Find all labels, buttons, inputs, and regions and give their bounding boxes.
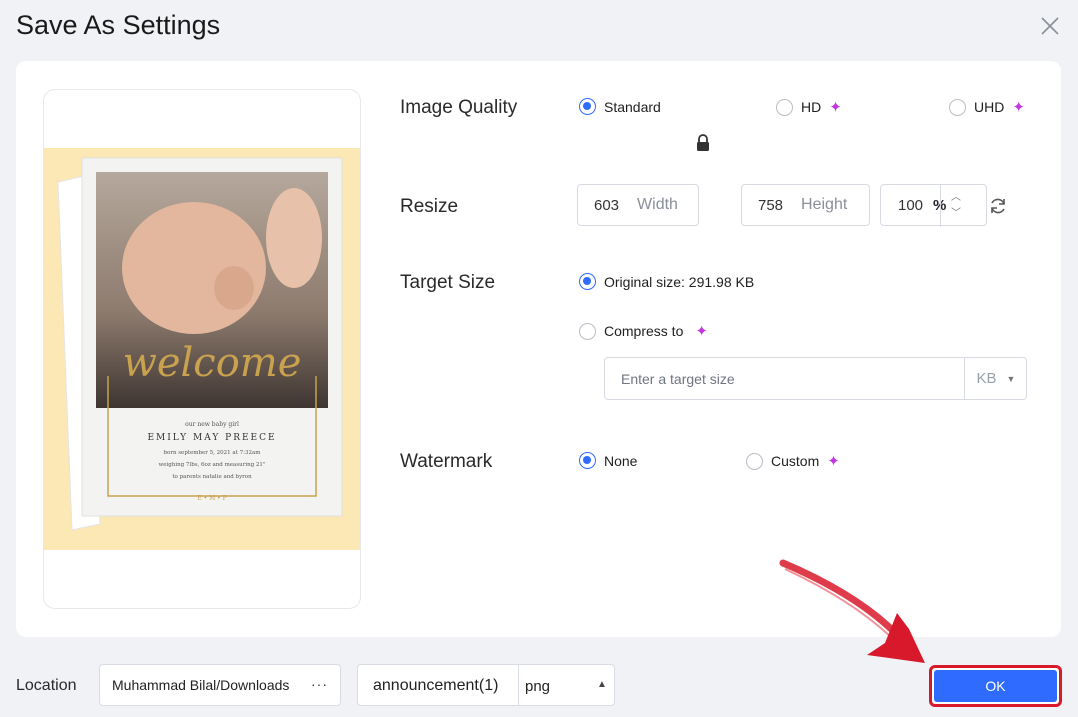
location-label: Location [16, 677, 77, 694]
premium-sparkle-icon: ✦ [1012, 99, 1025, 116]
caret-down-icon: ▼ [1006, 373, 1016, 384]
premium-sparkle-icon: ✦ [829, 99, 842, 116]
lock-icon[interactable] [695, 134, 711, 157]
annotation-arrow-icon [779, 559, 925, 663]
card-line3: weighing 7lbs, 6oz and measuring 21" [159, 462, 266, 468]
quality-uhd-label: UHD [974, 99, 1005, 115]
height-value: 758 [758, 196, 784, 214]
quality-standard-label: Standard [604, 98, 661, 115]
radio-selected-icon [579, 98, 596, 115]
watermark-none-radio[interactable]: None [579, 452, 637, 469]
radio-icon [776, 98, 793, 116]
quality-standard-radio[interactable]: Standard [579, 98, 661, 115]
location-picker[interactable]: Muhammad Bilal/Downloads ··· [99, 664, 341, 706]
chevron-up-icon[interactable]: ︿ [951, 193, 961, 203]
premium-sparkle-icon: ✦ [827, 453, 840, 470]
dialog-title: Save As Settings [16, 10, 221, 40]
radio-icon [949, 98, 966, 116]
width-value: 603 [594, 196, 620, 214]
ok-button[interactable]: OK [929, 665, 1062, 707]
original-size-label: Original size: 291.98 KB [604, 273, 755, 290]
watermark-label: Watermark [400, 451, 493, 472]
card-initials: E • M • P [197, 495, 226, 502]
target-size-placeholder: Enter a target size [621, 371, 735, 387]
divider [518, 665, 519, 705]
image-quality-label: Image Quality [400, 97, 518, 118]
location-path: Muhammad Bilal/Downloads [112, 677, 290, 693]
image-preview: welcome our new baby girl EMILY MAY PREE… [43, 89, 361, 609]
unit-label: KB [976, 370, 997, 387]
width-placeholder: Width [637, 196, 678, 213]
unit-select[interactable]: KB ▼ [964, 358, 1027, 399]
radio-selected-icon [579, 452, 596, 469]
target-size-label: Target Size [400, 272, 496, 293]
quality-hd-label: HD [801, 99, 822, 115]
more-icon[interactable]: ··· [311, 676, 328, 692]
compress-to-radio[interactable]: Compress to ✦ [579, 322, 708, 340]
ok-button-label: OK [934, 670, 1057, 702]
settings-panel: welcome our new baby girl EMILY MAY PREE… [16, 61, 1061, 637]
target-size-input[interactable]: Enter a target size KB ▼ [604, 357, 1027, 400]
card-name: EMILY MAY PREECE [147, 433, 276, 443]
percent-stepper[interactable]: ︿ ﹀ [940, 185, 971, 227]
width-input[interactable]: 603 Width [577, 184, 699, 226]
card-line1: our new baby girl [185, 421, 239, 428]
watermark-none-label: None [604, 452, 638, 469]
card-line2: born september 5, 2021 at 7:32am [163, 450, 261, 456]
card-script: welcome [123, 340, 302, 386]
height-placeholder: Height [801, 196, 848, 213]
extension-select[interactable]: png [525, 678, 550, 695]
percent-value: 100 [898, 196, 924, 214]
radio-selected-icon [579, 273, 596, 290]
watermark-custom-radio[interactable]: Custom ✦ [746, 452, 840, 470]
height-input[interactable]: 758 Height [741, 184, 870, 226]
close-icon[interactable] [1038, 14, 1062, 38]
compress-to-label: Compress to [604, 323, 684, 339]
card-line4: to parents natalie and byron [172, 474, 252, 480]
radio-icon [746, 452, 763, 470]
caret-up-icon[interactable]: ▲ [597, 679, 607, 690]
quality-hd-radio[interactable]: HD ✦ [776, 98, 842, 116]
quality-uhd-radio[interactable]: UHD ✦ [949, 98, 1025, 116]
watermark-custom-label: Custom [771, 453, 820, 469]
radio-icon [579, 322, 596, 340]
filename-field[interactable]: announcement(1) png ▲ [357, 664, 615, 706]
refresh-icon[interactable] [988, 196, 1008, 221]
original-size-radio[interactable]: Original size: 291.98 KB [579, 273, 754, 290]
chevron-down-icon[interactable]: ﹀ [951, 209, 961, 219]
filename-input[interactable]: announcement(1) [373, 677, 498, 695]
resize-label: Resize [400, 196, 459, 217]
premium-sparkle-icon: ✦ [695, 323, 708, 340]
